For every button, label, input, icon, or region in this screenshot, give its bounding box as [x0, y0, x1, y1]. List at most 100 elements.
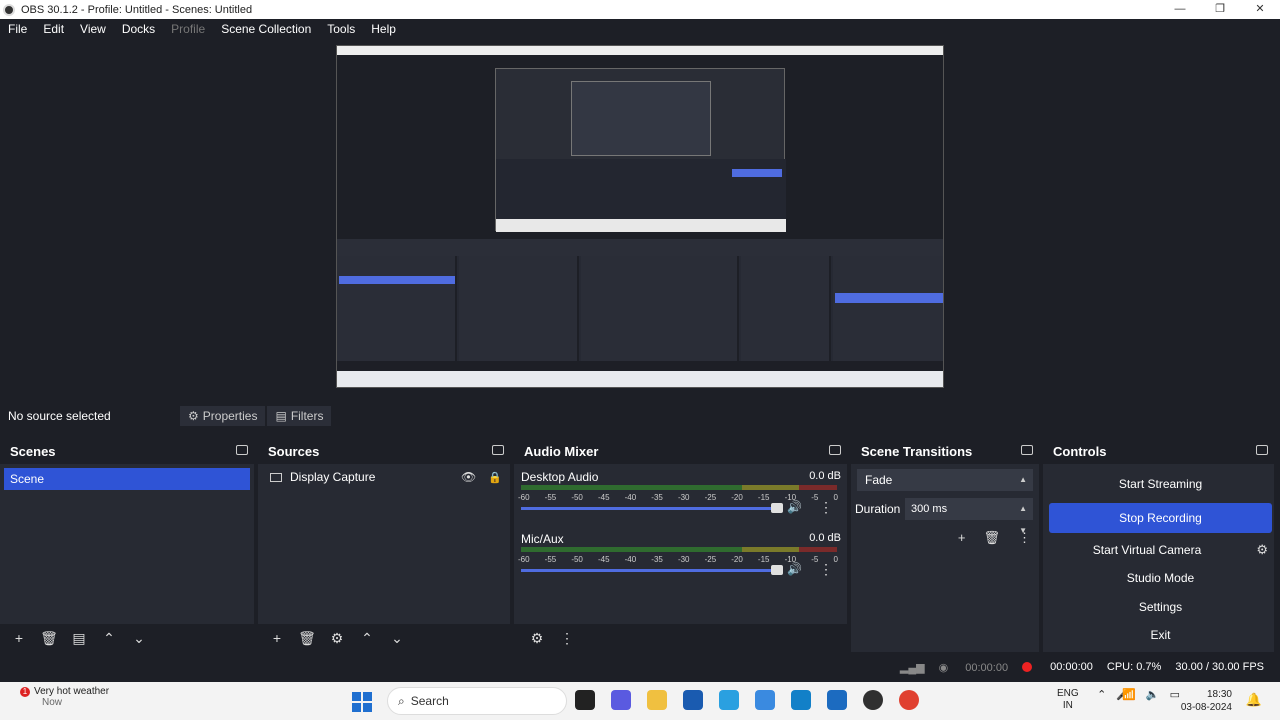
tick-label: -55: [544, 555, 557, 564]
exit-button[interactable]: Exit: [1049, 623, 1272, 647]
copilot-icon[interactable]: [755, 690, 775, 710]
add-icon[interactable]: +: [958, 530, 966, 546]
settings-button[interactable]: Settings: [1049, 595, 1272, 619]
transition-select[interactable]: Fade ▲▼: [857, 469, 1033, 506]
undock-icon[interactable]: [492, 445, 504, 455]
fps-display: 30.00 / 30.00 FPS: [1175, 661, 1264, 673]
undock-icon[interactable]: [236, 445, 248, 455]
menu-help[interactable]: Help: [363, 22, 404, 36]
volume-icon[interactable]: 🔈: [1146, 688, 1160, 701]
properties-label: Properties: [202, 409, 258, 423]
preview-nested-status: [337, 361, 943, 371]
minimize-icon[interactable]: —: [1160, 0, 1200, 19]
more-icon[interactable]: ⋮: [1018, 530, 1031, 546]
transition-selected: Fade: [865, 473, 893, 487]
speaker-icon[interactable]: 🔊: [787, 562, 802, 576]
menu-view[interactable]: View: [72, 22, 114, 36]
add-icon[interactable]: +: [262, 630, 292, 646]
duration-spinbox[interactable]: 300 ms ▲ ▼: [905, 498, 1033, 535]
undock-icon[interactable]: [829, 445, 841, 455]
lock-icon[interactable]: 🔒: [488, 471, 502, 484]
mixer-channels: Desktop Audio 0.0 dB -60 -55 -50 -45 -40…: [514, 464, 847, 624]
volume-slider-handle[interactable]: [771, 565, 783, 575]
task-view-icon[interactable]: [575, 690, 595, 710]
weather-widget[interactable]: 1 Very hot weather Now: [20, 686, 109, 708]
advanced-audio-icon[interactable]: ⚙: [522, 630, 552, 647]
more-icon[interactable]: ⋮: [819, 499, 833, 516]
teams-icon[interactable]: [611, 690, 631, 710]
battery-icon[interactable]: ▭: [1170, 688, 1180, 701]
sources-title: Sources: [268, 443, 320, 459]
start-virtual-camera-button[interactable]: Start Virtual Camera: [1049, 538, 1245, 562]
eye-icon[interactable]: 👁: [461, 470, 476, 484]
volume-slider[interactable]: [521, 507, 777, 510]
preview-nested-inner-docks: [496, 159, 786, 219]
studio-mode-button[interactable]: Studio Mode: [1049, 566, 1272, 590]
start-streaming-button[interactable]: Start Streaming: [1049, 472, 1272, 496]
store-icon[interactable]: [683, 690, 703, 710]
maximize-icon[interactable]: ❐: [1200, 0, 1240, 19]
add-icon[interactable]: +: [4, 630, 34, 646]
tick-label: 0: [833, 555, 838, 564]
up-icon[interactable]: ⌃: [352, 630, 382, 647]
transitions-body: Fade ▲▼ Duration 300 ms ▲▼ + 🗑 ⋮: [851, 464, 1039, 652]
undock-icon[interactable]: [1256, 445, 1268, 455]
source-item[interactable]: Display Capture 👁 🔒: [258, 464, 510, 490]
tick-label: -20: [731, 493, 743, 502]
tick-label: -45: [597, 555, 610, 564]
down-icon[interactable]: ⌄: [124, 630, 154, 647]
obs-taskbar-icon[interactable]: [863, 690, 883, 710]
more-icon[interactable]: ⋮: [819, 561, 833, 578]
volume-slider-handle[interactable]: [771, 503, 783, 513]
filters-button[interactable]: ▤ Filters: [267, 406, 332, 426]
trash-icon[interactable]: 🗑: [292, 630, 322, 647]
taskbar-clock[interactable]: 18:30 03-08-2024: [1181, 688, 1232, 714]
language-indicator[interactable]: ENG IN: [1057, 688, 1079, 712]
down-icon[interactable]: ⌄: [382, 630, 412, 647]
status-bar: ▂▄▆ ◉ 00:00:00 00:00:00 CPU: 0.7% 30.00 …: [0, 655, 1280, 679]
volume-slider[interactable]: [521, 569, 777, 572]
wifi-icon[interactable]: 📶: [1122, 688, 1136, 701]
virtual-camera-settings-icon[interactable]: ⚙: [1256, 542, 1268, 558]
properties-button[interactable]: ⚙ Properties: [180, 406, 266, 426]
menu-file[interactable]: File: [0, 22, 35, 36]
windows-start-icon[interactable]: [352, 692, 372, 712]
gear-icon[interactable]: ⚙: [322, 630, 352, 647]
menu-profile[interactable]: Profile: [163, 22, 213, 36]
tick-label: -5: [811, 493, 819, 502]
tick-label: -40: [624, 493, 637, 502]
speaker-icon[interactable]: 🔊: [787, 500, 802, 514]
taskbar-search[interactable]: ⌕ Search: [387, 687, 567, 715]
menu-scene-collection[interactable]: Scene Collection: [213, 22, 319, 36]
chrome-icon[interactable]: [899, 690, 919, 710]
menu-tools[interactable]: Tools: [319, 22, 363, 36]
stop-recording-button[interactable]: Stop Recording: [1049, 503, 1272, 533]
menu-docks[interactable]: Docks: [114, 22, 163, 36]
notification-bell-icon[interactable]: 🔔: [1246, 692, 1262, 708]
system-tray-right: 📶 🔈 ▭: [1122, 688, 1180, 701]
preview-nested-docks: [337, 256, 943, 366]
close-icon[interactable]: ✕: [1240, 0, 1280, 19]
mixer-title: Audio Mixer: [524, 443, 599, 459]
up-icon[interactable]: ⌃: [94, 630, 124, 647]
weather-text: Very hot weather: [34, 686, 110, 697]
menu-bar: File Edit View Docks Profile Scene Colle…: [0, 19, 1280, 39]
edge-icon[interactable]: [791, 690, 811, 710]
taskbar-apps: [575, 690, 919, 710]
file-explorer-icon[interactable]: [647, 690, 667, 710]
preview-nested-controls: [833, 256, 943, 366]
trash-icon[interactable]: 🗑: [983, 530, 1000, 546]
preview-area[interactable]: [0, 39, 1280, 396]
tick-label: -15: [757, 493, 770, 502]
trash-icon[interactable]: 🗑: [34, 630, 64, 647]
transitions-title: Scene Transitions: [861, 443, 973, 459]
app-icon[interactable]: [719, 690, 739, 710]
record-time: 00:00:00: [1050, 661, 1093, 673]
filter-icon[interactable]: ▤: [64, 630, 94, 647]
menu-edit[interactable]: Edit: [35, 22, 72, 36]
undock-icon[interactable]: [1021, 445, 1033, 455]
more-icon[interactable]: ⋮: [552, 630, 582, 647]
vscode-icon[interactable]: [827, 690, 847, 710]
scene-item[interactable]: Scene: [4, 468, 250, 490]
chevron-up-icon[interactable]: ⌃: [1097, 688, 1106, 701]
